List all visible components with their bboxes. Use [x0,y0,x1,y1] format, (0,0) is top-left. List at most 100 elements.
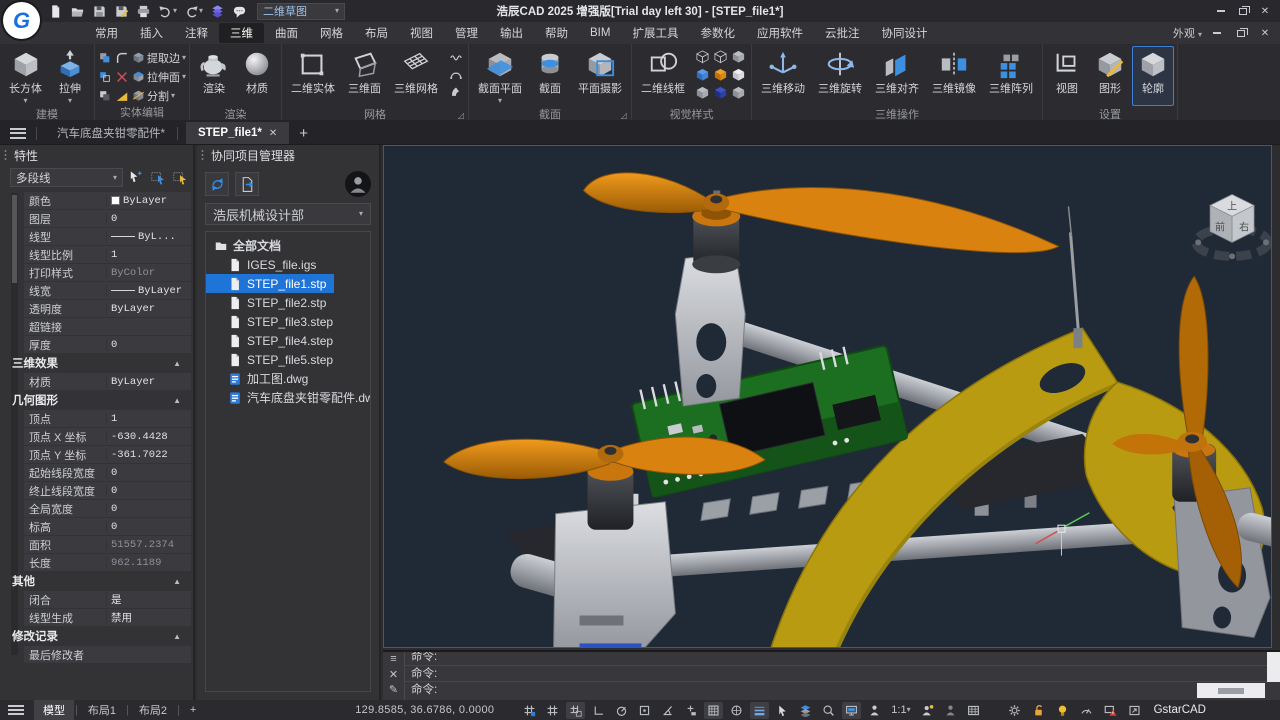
redo-button[interactable]: ▾ [182,3,205,20]
lineweight-display-icon[interactable] [750,702,769,719]
prop-row[interactable]: 颜色ByLayer [24,192,191,209]
selection-cycling-icon[interactable] [773,702,792,719]
snap-grid-icon[interactable] [543,702,562,719]
edit-icon[interactable]: ✎ [389,685,398,696]
print-button[interactable] [134,3,153,20]
tree-file-2[interactable]: STEP_file2.stp [206,293,370,312]
layout-tab-1[interactable]: 布局1 [79,700,125,720]
menu-item-3[interactable]: 三维 [219,23,264,43]
prop-row[interactable]: 长度962.1189 [24,554,191,571]
prop-row[interactable]: 最后修改者 [24,646,191,663]
visual-style-cube-4[interactable] [713,67,730,84]
layout-tab-2[interactable]: 布局2 [130,700,176,720]
menu-item-10[interactable]: 帮助 [534,23,579,43]
auto-annotation-icon[interactable] [918,702,937,719]
display-warning-icon[interactable] [1101,702,1120,719]
undo-button[interactable]: ▾ [156,3,179,20]
menu-item-1[interactable]: 插入 [129,23,174,43]
ribbon-button-solid2d[interactable]: 二维实体▾ [285,46,341,106]
visual-style-cube-0[interactable] [695,49,712,66]
prop-section-header[interactable]: 几何图形▲ [12,391,191,409]
ribbon-button-mirror3d[interactable]: 三维镜像▾ [926,46,982,106]
close-icon[interactable]: ✕ [389,670,398,681]
ribbon-button-move3d[interactable]: 三维移动▾ [755,46,811,106]
menu-item-14[interactable]: 应用软件 [746,23,814,43]
prop-section-header[interactable]: 修改记录▲ [12,627,191,645]
app-logo[interactable]: G [3,2,40,39]
menu-item-16[interactable]: 协同设计 [870,23,938,43]
status-menu-icon[interactable] [8,705,24,715]
tree-root-folder[interactable]: 全部文档 [206,236,370,255]
prop-row[interactable]: 标高0 [24,518,191,535]
menu-item-5[interactable]: 网格 [309,23,354,43]
tree-file-5[interactable]: STEP_file5.step [206,350,370,369]
prop-row[interactable]: 线型ByL... [24,228,191,245]
prop-row[interactable]: 面积51557.2374 [24,536,191,553]
ribbon-button-material[interactable]: 材质▾ [236,46,278,106]
grid-display-icon[interactable] [520,702,539,719]
performance-monitor-icon[interactable] [1077,702,1096,719]
ribbon-button-secplane[interactable]: 截面平面▾ [472,46,528,106]
doc-close-button[interactable]: ✕ [1256,25,1274,41]
layer-stack-icon[interactable] [796,702,815,719]
open-file-button[interactable] [68,3,87,20]
workspace-stack-button[interactable] [208,3,227,20]
team-select[interactable]: 浩辰机械设计部 ▾ [205,203,371,225]
prop-row[interactable]: 打印样式ByColor [24,264,191,281]
tree-file-6[interactable]: 加工图.dwg [206,369,370,388]
prop-row[interactable]: 图层0 [24,210,191,227]
appearance-menu[interactable]: 外观 ▾ [1173,25,1202,41]
tree-file-3[interactable]: STEP_file3.step [206,312,370,331]
visual-style-cube-5[interactable] [731,67,748,84]
command-input-line[interactable]: 命令: [405,681,1280,700]
menu-item-7[interactable]: 视图 [399,23,444,43]
close-button[interactable]: ✕ [1256,3,1274,19]
cell-table-icon[interactable] [964,702,983,719]
annotation-monitor-icon[interactable] [941,702,960,719]
menu-item-12[interactable]: 扩展工具 [621,23,689,43]
ribbon-button-draw[interactable]: 图形▾ [1089,46,1131,106]
mini-fillet-icon[interactable] [115,51,129,65]
document-tab-0[interactable]: 汽车底盘夹钳零配件* [45,122,177,144]
ribbon-button-wireframe2d[interactable]: 二维线框▾ [635,46,691,106]
select-objects-button[interactable] [126,168,145,187]
layout-tab-0[interactable]: 模型 [34,700,74,720]
interface-lock-icon[interactable] [1029,702,1048,719]
prop-row[interactable]: 全局宽度0 [24,500,191,517]
save-as-button[interactable] [112,3,131,20]
prop-row[interactable]: 材质ByLayer [24,373,191,390]
menu-item-4[interactable]: 曲面 [264,23,309,43]
prop-row[interactable]: 起始线段宽度0 [24,464,191,481]
object-snap-icon[interactable] [635,702,654,719]
prop-row[interactable]: 线型比例1 [24,246,191,263]
entity-type-select[interactable]: 多段线 ▾ [10,168,123,187]
dynamic-input-icon[interactable] [681,702,700,719]
workspace-selector[interactable]: 二维草图 ▾ [257,3,345,20]
prop-row[interactable]: 终止线段宽度0 [24,482,191,499]
close-tab-icon[interactable]: ✕ [269,128,277,139]
tips-icon[interactable] [1053,702,1072,719]
wave-icon[interactable] [449,50,463,64]
menu-item-11[interactable]: BIM [579,25,621,41]
mini-x-icon[interactable] [115,70,129,84]
ribbon-button-section[interactable]: 截面▾ [529,46,571,106]
visual-style-cube-2[interactable] [731,49,748,66]
prop-row[interactable]: 线型生成禁用 [24,609,191,626]
ribbon-button-extrude[interactable]: 拉伸▾ [49,46,91,106]
settings-icon[interactable] [1005,702,1024,719]
ribbon-button-view[interactable]: 视图▾ [1046,46,1088,106]
arch-icon[interactable] [449,67,463,81]
tab-menu-icon[interactable] [10,128,26,139]
command-vertical-scrollbar[interactable] [1267,652,1280,682]
ribbon-button-mesh3d[interactable]: 三维网格▾ [388,46,444,106]
doc-restore-button[interactable] [1232,25,1250,41]
new-file-button[interactable] [46,3,65,20]
snap-mode-icon[interactable] [566,702,585,719]
prop-section-header[interactable]: 三维效果▲ [12,354,191,372]
ortho-mode-icon[interactable] [589,702,608,719]
ribbon-item-0[interactable]: 提取边▾ [132,50,186,66]
save-file-button[interactable] [90,3,109,20]
prop-row[interactable]: 顶点1 [24,410,191,427]
mini-sub-icon[interactable] [98,89,112,103]
ribbon-button-face3d[interactable]: 三维面▾ [342,46,387,106]
